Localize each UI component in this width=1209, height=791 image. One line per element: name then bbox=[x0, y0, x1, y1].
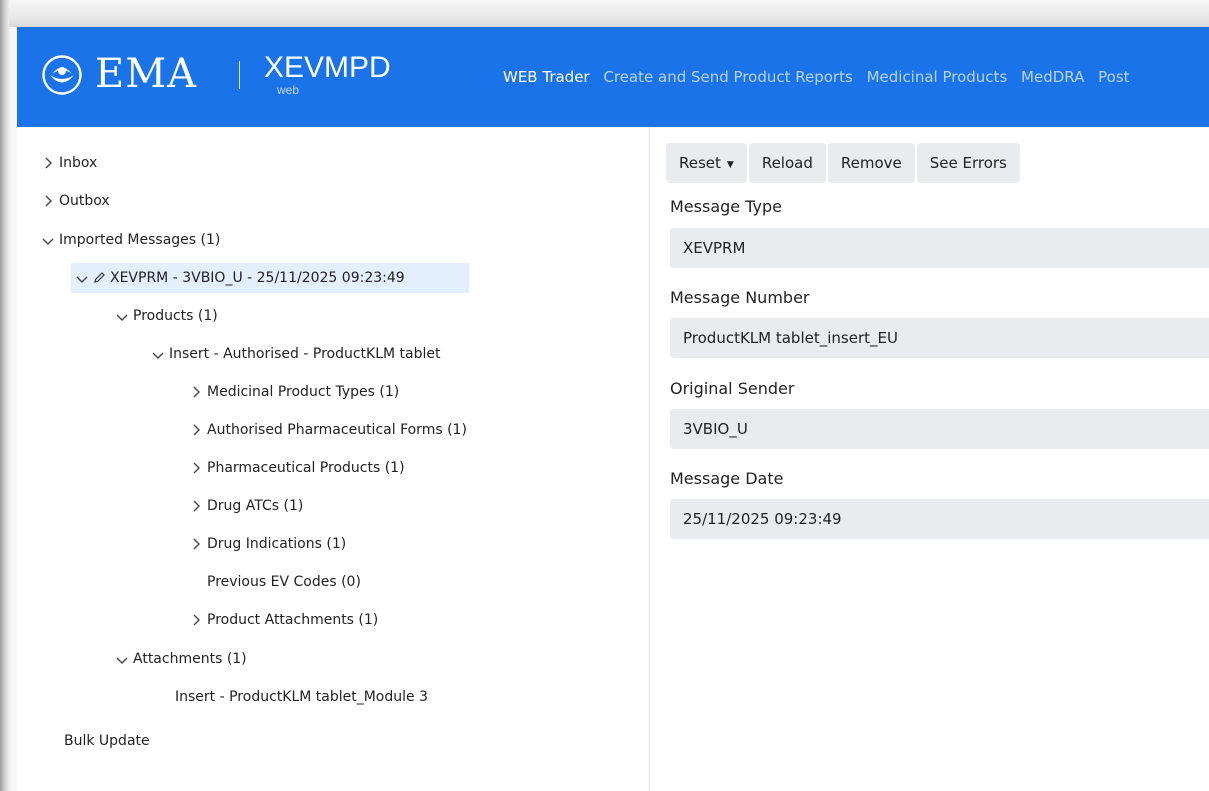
tree-label: Authorised Pharmaceutical Forms (1) bbox=[207, 422, 467, 438]
chevron-down-icon[interactable] bbox=[147, 339, 169, 369]
top-header: EMA XEVMPD web WEB Trader Create and Sen… bbox=[17, 27, 1209, 127]
reset-label: Reset bbox=[679, 154, 721, 172]
message-number-field[interactable]: ProductKLM tablet_insert_EU bbox=[670, 318, 1209, 358]
chevron-down-icon[interactable] bbox=[111, 301, 133, 331]
tree-label: Previous EV Codes (0) bbox=[207, 574, 361, 590]
tree-label: Outbox bbox=[59, 193, 110, 209]
tree-item-insert-authorised[interactable]: Insert - Authorised - ProductKLM tablet bbox=[147, 339, 441, 369]
reload-button[interactable]: Reload bbox=[748, 143, 826, 183]
tree-label: Pharmaceutical Products (1) bbox=[207, 460, 405, 476]
chevron-right-icon[interactable] bbox=[185, 529, 207, 559]
original-sender-field[interactable]: 3VBIO_U bbox=[670, 409, 1209, 449]
tree-label: Products (1) bbox=[133, 308, 218, 324]
tree-label: Imported Messages (1) bbox=[59, 232, 221, 248]
tree-item-previous-ev-codes[interactable]: Previous EV Codes (0) bbox=[207, 567, 361, 597]
window-top-shade bbox=[9, 0, 1209, 27]
nav-post[interactable]: Post bbox=[1098, 68, 1129, 86]
chevron-down-icon[interactable] bbox=[111, 644, 133, 674]
tree-label: Drug Indications (1) bbox=[207, 536, 347, 552]
tree-label: Insert - Authorised - ProductKLM tablet bbox=[169, 346, 441, 362]
message-tree: Inbox Outbox Imported Messages (1) XEVPR… bbox=[17, 127, 650, 791]
message-date-label: Message Date bbox=[670, 469, 784, 488]
chevron-right-icon[interactable] bbox=[37, 148, 59, 178]
caret-down-icon: ▼ bbox=[726, 160, 734, 170]
main-nav: WEB Trader Create and Send Product Repor… bbox=[503, 67, 1139, 87]
tree-item-message-selected[interactable]: XEVPRM - 3VBIO_U - 25/11/2025 09:23:49 bbox=[71, 263, 469, 293]
reset-button[interactable]: Reset ▼ bbox=[666, 143, 747, 183]
nav-meddra[interactable]: MedDRA bbox=[1021, 68, 1084, 86]
message-type-label: Message Type bbox=[670, 197, 782, 216]
nav-web-trader[interactable]: WEB Trader bbox=[503, 68, 590, 86]
pencil-icon bbox=[93, 263, 106, 293]
tree-item-inbox[interactable]: Inbox bbox=[37, 148, 97, 178]
brand-divider bbox=[239, 61, 240, 89]
details-toolbar: Reset ▼ Reload Remove See Errors bbox=[666, 143, 1022, 183]
chevron-right-icon[interactable] bbox=[37, 186, 59, 216]
chevron-down-icon[interactable] bbox=[71, 263, 93, 293]
chevron-right-icon[interactable] bbox=[185, 415, 207, 445]
tree-label: Attachments (1) bbox=[133, 651, 247, 667]
message-date-field[interactable]: 25/11/2025 09:23:49 bbox=[670, 499, 1209, 539]
nav-medicinal-products[interactable]: Medicinal Products bbox=[867, 68, 1008, 86]
message-type-field[interactable]: XEVPRM bbox=[670, 228, 1209, 268]
tree-label: Drug ATCs (1) bbox=[207, 498, 304, 514]
tree-item-product-attachments[interactable]: Product Attachments (1) bbox=[185, 605, 378, 635]
tree-item-attachments[interactable]: Attachments (1) bbox=[111, 644, 247, 674]
brand-name[interactable]: EMA bbox=[95, 49, 197, 99]
tree-item-drug-atcs[interactable]: Drug ATCs (1) bbox=[185, 491, 303, 521]
original-sender-label: Original Sender bbox=[670, 379, 795, 398]
product-name[interactable]: XEVMPD bbox=[264, 49, 391, 87]
tree-item-bulk-update[interactable]: Bulk Update bbox=[64, 726, 150, 756]
chevron-right-icon[interactable] bbox=[185, 377, 207, 407]
tree-label: Insert - ProductKLM tablet_Module 3 bbox=[175, 689, 428, 705]
tree-item-products[interactable]: Products (1) bbox=[111, 301, 218, 331]
tree-item-pharmaceutical-products[interactable]: Pharmaceutical Products (1) bbox=[185, 453, 405, 483]
tree-label: Bulk Update bbox=[64, 733, 150, 749]
remove-button[interactable]: Remove bbox=[827, 143, 915, 183]
tree-label: Product Attachments (1) bbox=[207, 612, 379, 628]
tree-label: XEVPRM - 3VBIO_U - 25/11/2025 09:23:49 bbox=[110, 270, 405, 286]
nav-create-send-reports[interactable]: Create and Send Product Reports bbox=[603, 68, 852, 86]
chevron-right-icon[interactable] bbox=[185, 453, 207, 483]
see-errors-button[interactable]: See Errors bbox=[916, 143, 1020, 183]
tree-item-imported-messages[interactable]: Imported Messages (1) bbox=[37, 225, 220, 255]
ema-logo-icon bbox=[42, 55, 82, 95]
tree-item-attachment-module-3[interactable]: Insert - ProductKLM tablet_Module 3 bbox=[175, 682, 428, 712]
tree-label: Medicinal Product Types (1) bbox=[207, 384, 400, 400]
tree-label: Inbox bbox=[59, 155, 98, 171]
app-window: EMA XEVMPD web WEB Trader Create and Sen… bbox=[17, 27, 1209, 791]
product-subtitle: web bbox=[277, 83, 300, 97]
tree-item-drug-indications[interactable]: Drug Indications (1) bbox=[185, 529, 346, 559]
chevron-right-icon[interactable] bbox=[185, 491, 207, 521]
tree-item-outbox[interactable]: Outbox bbox=[37, 186, 110, 216]
tree-item-medicinal-product-types[interactable]: Medicinal Product Types (1) bbox=[185, 377, 399, 407]
chevron-down-icon[interactable] bbox=[37, 225, 59, 255]
tree-item-authorised-forms[interactable]: Authorised Pharmaceutical Forms (1) bbox=[185, 415, 467, 445]
message-number-label: Message Number bbox=[670, 288, 810, 307]
chevron-right-icon[interactable] bbox=[185, 605, 207, 635]
message-details: Reset ▼ Reload Remove See Errors Message Typ… bbox=[650, 127, 1209, 791]
